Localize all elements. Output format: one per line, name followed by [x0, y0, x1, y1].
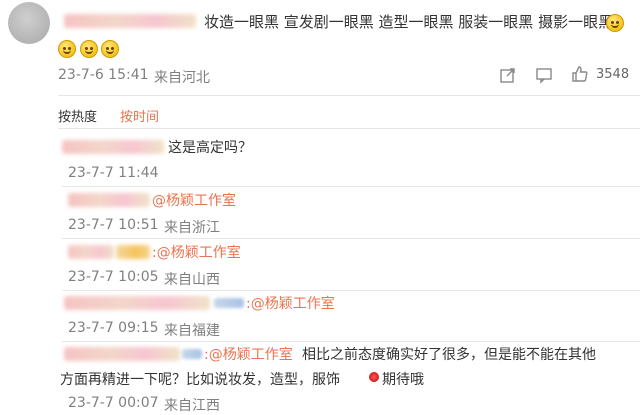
- comment-icon[interactable]: [535, 66, 553, 84]
- share-icon[interactable]: [499, 66, 517, 84]
- user-badge-blurred: [214, 298, 244, 308]
- comment-timestamp: 23-7-7 00:07: [68, 395, 159, 411]
- post-timestamp: 23-7-6 15:41: [58, 67, 149, 83]
- comment-text: 这是高定吗？: [168, 140, 252, 156]
- emoji-icon: [369, 372, 379, 382]
- comment-location: 来自江西: [164, 398, 220, 414]
- like-icon[interactable]: [571, 65, 589, 83]
- comment-text: 相比之前态度确实好了很多，但是能不能在其他: [302, 347, 596, 363]
- comment-location: 来自浙江: [164, 220, 220, 236]
- sort-by-time-tab[interactable]: 按时间: [120, 106, 159, 125]
- commenter-name-blurred[interactable]: [64, 347, 180, 361]
- divider: [62, 186, 640, 187]
- smile-emoji-icon: [80, 40, 98, 58]
- comment-location: 来自福建: [164, 323, 220, 339]
- like-count: 3548: [596, 67, 630, 82]
- commenter-name-blurred[interactable]: [68, 193, 150, 207]
- commenter-name-blurred[interactable]: [68, 245, 114, 259]
- mention-link[interactable]: @杨颖工作室: [152, 190, 236, 210]
- divider: [58, 128, 640, 129]
- comment-timestamp: 23-7-7 09:15: [68, 320, 159, 336]
- mention-link[interactable]: :@杨颖工作室: [204, 344, 293, 364]
- smile-emoji-icon: [101, 40, 119, 58]
- username-blurred[interactable]: [64, 14, 196, 28]
- avatar[interactable]: [8, 2, 50, 44]
- commenter-name-blurred[interactable]: [116, 245, 150, 259]
- smile-emoji-icon: [606, 14, 624, 32]
- sort-by-hot-tab[interactable]: 按热度: [58, 106, 97, 125]
- divider: [62, 238, 640, 239]
- post-content: 妆造一眼黑 宣发剧一眼黑 造型一眼黑 服装一眼黑 摄影一眼黑: [204, 13, 614, 31]
- divider: [62, 290, 640, 291]
- comment-timestamp: 23-7-7 10:05: [68, 269, 159, 285]
- post-location: 来自河北: [154, 70, 210, 86]
- commenter-name-blurred[interactable]: [62, 140, 164, 154]
- mention-link[interactable]: :@杨颖工作室: [152, 242, 241, 262]
- comment-timestamp: 23-7-7 10:51: [68, 217, 159, 233]
- comment-text: 期待哦: [382, 372, 424, 388]
- comment-text: 方面再精进一下呢？比如说妆发，造型，服饰: [60, 372, 340, 388]
- user-badge-blurred: [182, 349, 202, 359]
- comment-timestamp: 23-7-7 11:44: [68, 165, 159, 181]
- mention-link[interactable]: :@杨颖工作室: [246, 293, 335, 313]
- commenter-name-blurred[interactable]: [64, 296, 210, 310]
- smile-emoji-icon: [58, 40, 76, 58]
- divider: [58, 95, 640, 96]
- divider: [62, 341, 640, 342]
- comment-location: 来自山西: [164, 272, 220, 288]
